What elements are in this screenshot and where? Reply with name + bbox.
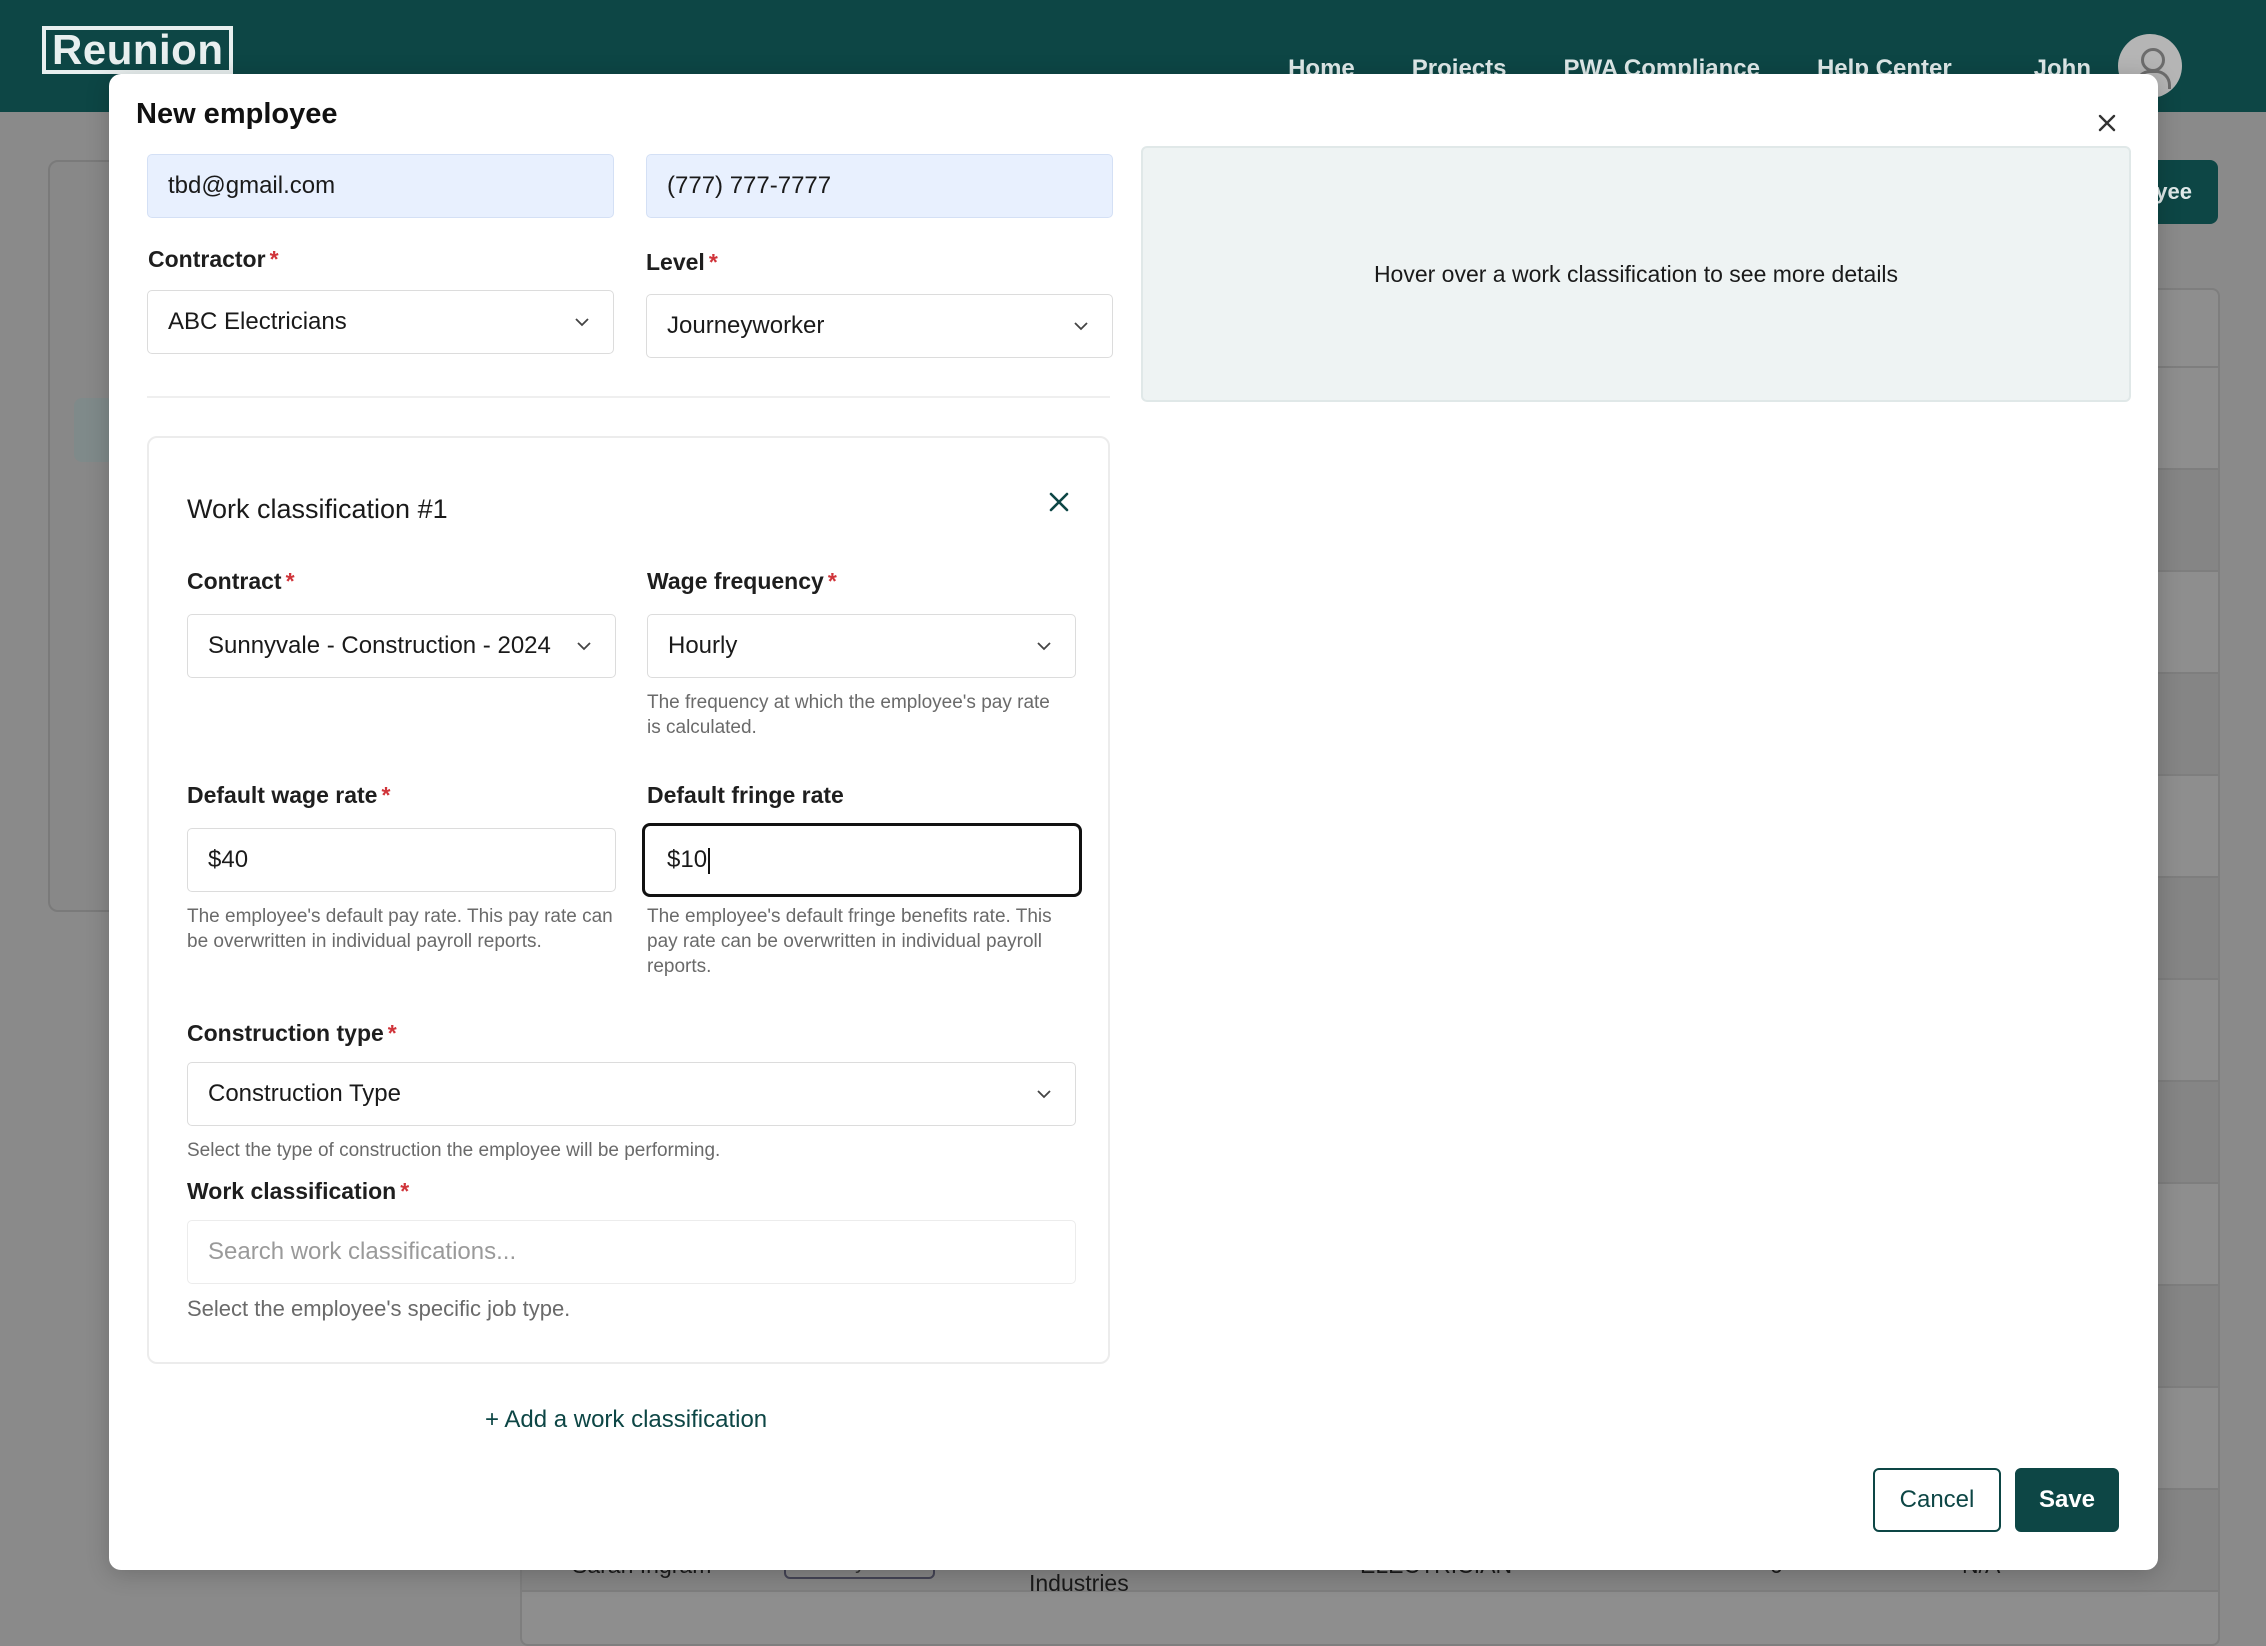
- work-classification-help: Select the employee's specific job type.: [187, 1296, 571, 1321]
- contractor-value: ABC Electricians: [168, 308, 347, 335]
- wage-frequency-select[interactable]: Hourly: [647, 614, 1076, 678]
- level-value: Journeyworker: [667, 312, 825, 339]
- default-wage-label: Default wage rate *: [187, 782, 391, 808]
- reunion-logo[interactable]: Reunion: [42, 26, 234, 74]
- search-placeholder: Search work classifications...: [208, 1238, 517, 1265]
- contract-label: Contract *: [187, 568, 295, 594]
- close-icon[interactable]: [2096, 112, 2118, 134]
- construction-type-help: Select the type of construction the empl…: [187, 1140, 721, 1161]
- cancel-button[interactable]: Cancel: [1873, 1468, 2001, 1532]
- table-row[interactable]: [522, 1590, 2218, 1646]
- default-fringe-value: $10: [667, 846, 708, 873]
- add-work-classification-link[interactable]: + Add a work classification: [485, 1406, 767, 1434]
- chevron-down-icon: [577, 642, 591, 651]
- chevron-down-icon: [575, 318, 589, 327]
- work-classification-title: Work classification #1: [187, 494, 448, 524]
- level-label: Level *: [646, 249, 718, 275]
- contractor-label: Contractor *: [148, 246, 279, 272]
- contractor-cell: Industries: [1029, 1570, 1129, 1596]
- wage-frequency-value: Hourly: [668, 632, 738, 659]
- wage-frequency-help: The frequency at which the employee's pa…: [647, 692, 1050, 738]
- phone-field[interactable]: (777) 777-7777: [646, 154, 1113, 218]
- default-fringe-help: The employee's default fringe benefits r…: [647, 906, 1052, 977]
- work-classification-label: Work classification *: [187, 1178, 410, 1204]
- email-field[interactable]: tbd@gmail.com: [147, 154, 614, 218]
- level-select[interactable]: Journeyworker: [646, 294, 1113, 358]
- info-text: Hover over a work classification to see …: [1373, 260, 1899, 287]
- default-wage-input[interactable]: $40: [187, 828, 616, 892]
- construction-type-value: Construction Type: [208, 1080, 401, 1107]
- new-employee-dialog: New employee tbd@gmail.com (777) 777-777…: [109, 74, 2158, 1570]
- remove-classification-icon[interactable]: [1047, 490, 1071, 514]
- divider: [147, 396, 1110, 398]
- chevron-down-icon: [1074, 322, 1088, 331]
- default-wage-help: The employee's default pay rate. This pa…: [187, 906, 613, 952]
- default-fringe-label: Default fringe rate: [647, 782, 844, 808]
- contract-value: Sunnyvale - Construction - 2024: [208, 632, 551, 659]
- work-classification-card: Work classification #1 Contract * Sunnyva…: [147, 436, 1110, 1364]
- dialog-title: New employee: [136, 98, 338, 130]
- classification-details-panel: Hover over a work classification to see …: [1141, 146, 2131, 402]
- default-fringe-input[interactable]: $10: [642, 823, 1082, 897]
- sidebar-item-active[interactable]: [74, 398, 114, 462]
- text-caret: [708, 847, 711, 874]
- contractor-select[interactable]: ABC Electricians: [147, 290, 614, 354]
- construction-type-select[interactable]: Construction Type: [187, 1062, 1076, 1126]
- chevron-down-icon: [1037, 1090, 1051, 1099]
- wage-frequency-label: Wage frequency *: [647, 568, 837, 594]
- work-classification-search-input[interactable]: Search work classifications...: [187, 1220, 1076, 1284]
- construction-type-label: Construction type *: [187, 1020, 397, 1046]
- contract-select[interactable]: Sunnyvale - Construction - 2024: [187, 614, 616, 678]
- save-button[interactable]: Save: [2015, 1468, 2119, 1532]
- chevron-down-icon: [1037, 642, 1051, 651]
